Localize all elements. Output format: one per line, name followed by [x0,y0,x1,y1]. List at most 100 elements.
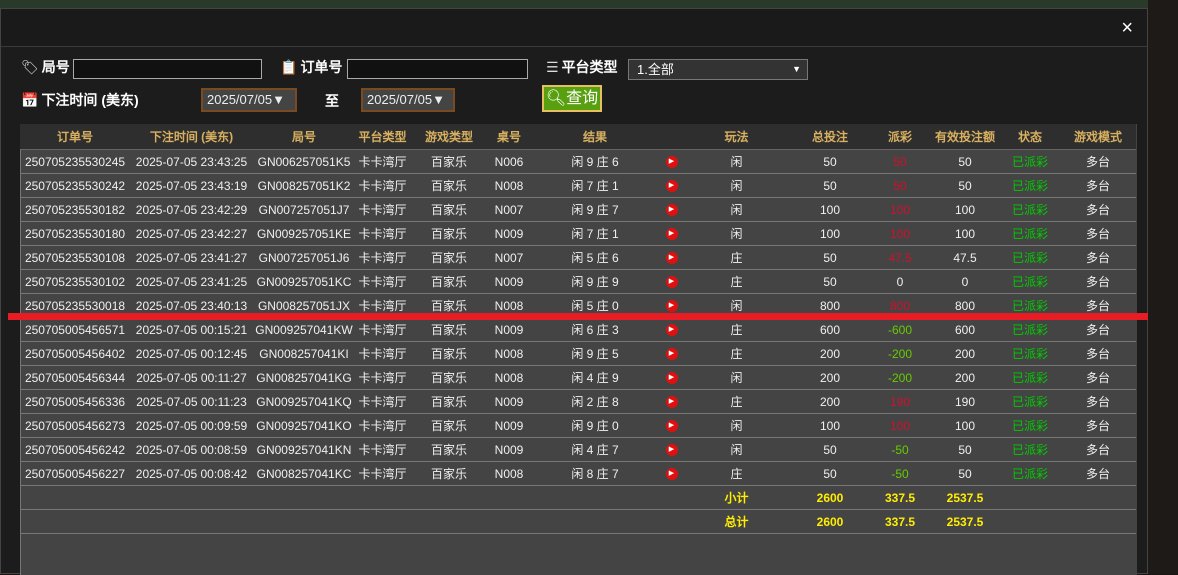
round-label: 🏷 局号 [21,57,70,77]
platform-cell: 卡卡湾厅 [355,221,410,246]
column-header: 局号 [253,124,355,150]
table-row[interactable]: 250705005456336 2025-07-05 00:11:23 GN0092… [20,389,1136,414]
bet-time-cell: 2025-07-05 00:08:59 [130,437,253,462]
empty-cell [1000,509,1136,534]
table-row[interactable]: 250705235530180 2025-07-05 23:42:27 GN0092… [20,221,1136,246]
replay-cell[interactable]: ▶ [660,221,683,246]
round-id-cell: GN009257041KO [253,413,355,438]
valid-bet-cell: 600 [930,317,1000,342]
round-id-cell: GN006257051K5 [253,149,355,174]
list-icon: ☰ [546,58,559,75]
table-row[interactable]: 250705235530108 2025-07-05 23:41:27 GN0072… [20,245,1136,270]
play-video-icon[interactable]: ▶ [665,204,678,217]
replay-cell[interactable]: ▶ [660,245,683,270]
play-video-icon[interactable]: ▶ [665,276,678,289]
status-cell: 已派彩 [1000,269,1060,294]
status-cell: 已派彩 [1000,245,1060,270]
replay-cell[interactable]: ▶ [660,269,683,294]
payout-cell: 190 [870,389,930,414]
subtotal-row: 小计 2600 337.5 2537.5 [20,485,1136,510]
total-bet-cell: 100 [790,221,870,246]
result-cell: 闲 7 庄 1 [530,173,660,198]
payout-cell: -50 [870,437,930,462]
bet-time-cell: 2025-07-05 00:08:42 [130,461,253,486]
platform-cell: 卡卡湾厅 [355,437,410,462]
platform-cell: 卡卡湾厅 [355,317,410,342]
play-video-icon[interactable]: ▶ [665,228,678,241]
play-video-icon[interactable]: ▶ [665,156,678,169]
round-id-cell: GN009257051KC [253,269,355,294]
play-video-icon[interactable]: ▶ [665,372,678,385]
order-input[interactable] [347,59,528,79]
play-video-icon[interactable]: ▶ [665,300,678,313]
replay-cell[interactable]: ▶ [660,173,683,198]
bet-type-cell: 闲 [683,173,790,198]
play-video-icon[interactable]: ▶ [665,420,678,433]
play-video-icon[interactable]: ▶ [665,444,678,457]
query-button[interactable]: 🔍︎查询 [542,85,602,112]
order-id-cell: 250705235530108 [20,245,130,270]
play-video-icon[interactable]: ▶ [665,468,678,481]
result-cell: 闲 9 庄 7 [530,197,660,222]
platform-select[interactable]: 1.全部 ▼ [628,59,808,80]
play-video-icon[interactable]: ▶ [665,348,678,361]
table-row[interactable]: 250705235530245 2025-07-05 23:43:25 GN0062… [20,149,1136,174]
result-cell: 闲 8 庄 7 [530,461,660,486]
total-label: 总计 [683,509,790,534]
replay-cell[interactable]: ▶ [660,437,683,462]
table-row[interactable]: 250705005456344 2025-07-05 00:11:27 GN0082… [20,365,1136,390]
table-row[interactable]: 250705005456242 2025-07-05 00:08:59 GN0092… [20,437,1136,462]
table-row[interactable]: 250705235530102 2025-07-05 23:41:25 GN0092… [20,269,1136,294]
play-video-icon[interactable]: ▶ [665,324,678,337]
table-no-cell: N009 [488,317,530,342]
date-to-picker[interactable]: 2025/07/05▼ [361,88,455,112]
replay-cell[interactable]: ▶ [660,317,683,342]
bet-type-cell: 闲 [683,221,790,246]
result-cell: 闲 4 庄 9 [530,365,660,390]
table-row[interactable]: 250705235530182 2025-07-05 23:42:29 GN0072… [20,197,1136,222]
game-mode-cell: 多台 [1060,437,1136,462]
replay-cell[interactable]: ▶ [660,365,683,390]
table-row[interactable]: 250705005456402 2025-07-05 00:12:45 GN0082… [20,341,1136,366]
column-header: 总投注 [790,124,870,150]
date-from-picker[interactable]: 2025/07/05▼ [201,88,297,112]
total-bet-cell: 200 [790,341,870,366]
replay-cell[interactable]: ▶ [660,149,683,174]
valid-bet-cell: 200 [930,341,1000,366]
replay-cell[interactable]: ▶ [660,341,683,366]
play-video-icon[interactable]: ▶ [665,396,678,409]
table-row[interactable]: 250705235530242 2025-07-05 23:43:19 GN0082… [20,173,1136,198]
table-row[interactable]: 250705005456273 2025-07-05 00:09:59 GN0092… [20,413,1136,438]
calendar-icon: 📅 [21,91,39,108]
platform-cell: 卡卡湾厅 [355,413,410,438]
valid-bet-cell: 190 [930,389,1000,414]
bet-time-cell: 2025-07-05 00:11:27 [130,365,253,390]
total-label: 小计 [683,485,790,510]
bet-time-cell: 2025-07-05 23:41:27 [130,245,253,270]
table-row[interactable]: 250705005456227 2025-07-05 00:08:42 GN0082… [20,461,1136,486]
replay-cell[interactable]: ▶ [660,197,683,222]
game-mode-cell: 多台 [1060,413,1136,438]
replay-cell[interactable]: ▶ [660,461,683,486]
play-video-icon[interactable]: ▶ [665,252,678,265]
result-cell: 闲 7 庄 1 [530,221,660,246]
replay-cell[interactable]: ▶ [660,413,683,438]
game-type-cell: 百家乐 [410,365,488,390]
order-id-cell: 250705005456242 [20,437,130,462]
order-id-cell: 250705235530102 [20,269,130,294]
round-label-text: 局号 [41,59,70,75]
platform-select-value: 1.全部 [637,62,674,77]
payout-cell: 100 [870,221,930,246]
close-icon[interactable]: × [1121,17,1133,40]
column-header [660,124,683,150]
play-video-icon[interactable]: ▶ [665,180,678,193]
round-input[interactable] [73,59,262,79]
game-type-cell: 百家乐 [410,437,488,462]
replay-cell[interactable]: ▶ [660,389,683,414]
status-cell: 已派彩 [1000,197,1060,222]
platform-cell: 卡卡湾厅 [355,341,410,366]
game-mode-cell: 多台 [1060,341,1136,366]
result-cell: 闲 9 庄 0 [530,413,660,438]
table-row[interactable]: 250705005456571 2025-07-05 00:15:21 GN0092… [20,317,1136,342]
valid-bet-cell: 47.5 [930,245,1000,270]
